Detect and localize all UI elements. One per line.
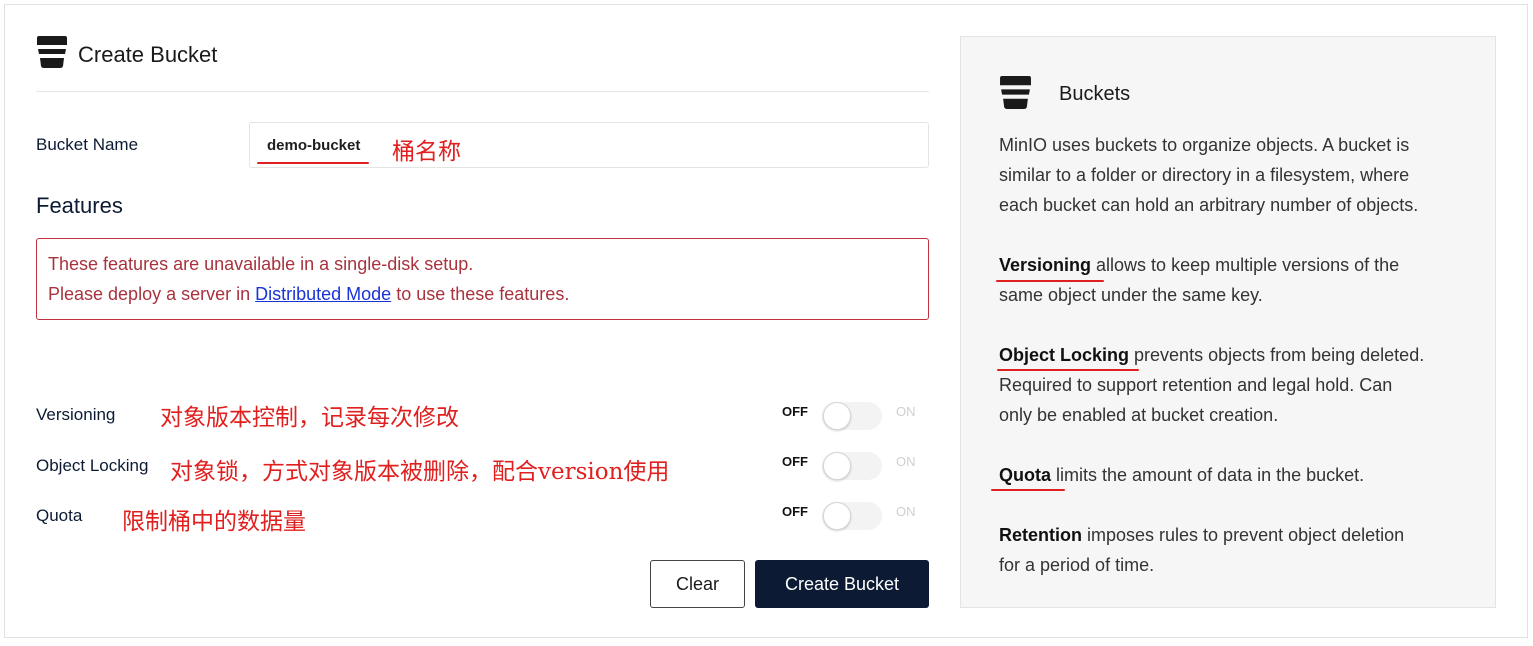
- distributed-mode-link[interactable]: Distributed Mode: [255, 284, 391, 304]
- help-versioning-line: Versioning allows to keep multiple versi…: [999, 255, 1399, 276]
- bucket-name-label: Bucket Name: [36, 135, 139, 154]
- quota-toggle-knob[interactable]: [823, 502, 851, 530]
- help-quota-term: Quota: [999, 465, 1051, 485]
- help-retention-line: for a period of time.: [999, 555, 1155, 575]
- help-object-locking-term: Object Locking: [999, 345, 1130, 365]
- help-retention-line: Retention imposes rules to prevent objec…: [999, 525, 1404, 546]
- help-quota-text: limits the amount of data in the bucket.: [1051, 465, 1365, 485]
- help-intro-line: MinIO uses buckets to organize objects. …: [999, 135, 1410, 155]
- help-versioning-text: allows to keep multiple versions of the: [1091, 255, 1400, 275]
- object-locking-on-label: ON: [896, 454, 916, 469]
- annotation-underline: [991, 489, 1065, 491]
- help-title: Buckets: [1059, 83, 1131, 105]
- quota-off-label: OFF: [782, 504, 808, 519]
- features-title: Features: [36, 193, 123, 218]
- alert-line-1: These features are unavailable in a sing…: [48, 254, 474, 274]
- help-object-locking-line: only be enabled at bucket creation.: [999, 405, 1279, 425]
- annotation-underline: [996, 280, 1104, 282]
- object-locking-label: Object Locking: [36, 456, 149, 475]
- bucket-name-value[interactable]: demo-bucket: [267, 137, 360, 154]
- help-object-locking-line: Object Locking prevents objects from bei…: [999, 345, 1424, 366]
- help-retention-term: Retention: [999, 525, 1082, 545]
- help-object-locking-line: Required to support retention and legal …: [999, 375, 1393, 395]
- versioning-on-label: ON: [896, 404, 916, 419]
- help-bucket-icon: [1000, 76, 1031, 109]
- clear-button[interactable]: Clear: [650, 560, 745, 608]
- bucket-icon: [37, 36, 67, 68]
- help-intro-line: similar to a folder or directory in a fi…: [999, 165, 1410, 185]
- object-locking-toggle-knob[interactable]: [823, 452, 851, 480]
- distributed-mode-alert: [36, 238, 929, 320]
- help-quota-line: Quota limits the amount of data in the b…: [999, 465, 1364, 486]
- help-versioning-line: same object under the same key.: [999, 285, 1263, 305]
- alert-line-2-prefix: Please deploy a server in: [48, 284, 256, 304]
- create-bucket-button[interactable]: Create Bucket: [755, 560, 929, 608]
- quota-annotation: 限制桶中的数据量: [122, 509, 306, 535]
- versioning-off-label: OFF: [782, 404, 808, 419]
- help-object-locking-text: prevents objects from being deleted.: [1129, 345, 1425, 365]
- alert-line-2: Please deploy a server in Distributed Mo…: [48, 284, 569, 305]
- object-locking-off-label: OFF: [782, 454, 808, 469]
- annotation-underline: [257, 162, 369, 164]
- help-retention-text: imposes rules to prevent object deletion: [1082, 525, 1405, 545]
- header-divider: [36, 91, 929, 92]
- versioning-label: Versioning: [36, 405, 116, 424]
- annotation-underline: [997, 369, 1139, 371]
- versioning-toggle-knob[interactable]: [823, 402, 851, 430]
- versioning-annotation: 对象版本控制，记录每次修改: [160, 405, 459, 431]
- help-versioning-term: Versioning: [999, 255, 1092, 275]
- help-panel: [960, 36, 1496, 608]
- alert-line-2-suffix: to use these features.: [391, 284, 570, 304]
- page-title: Create Bucket: [78, 42, 218, 67]
- bucket-name-annotation: 桶名称: [392, 139, 461, 165]
- help-intro-line: each bucket can hold an arbitrary number…: [999, 195, 1419, 215]
- object-locking-annotation: 对象锁，方式对象版本被删除，配合version使用: [170, 459, 670, 485]
- quota-label: Quota: [36, 506, 83, 525]
- quota-on-label: ON: [896, 504, 916, 519]
